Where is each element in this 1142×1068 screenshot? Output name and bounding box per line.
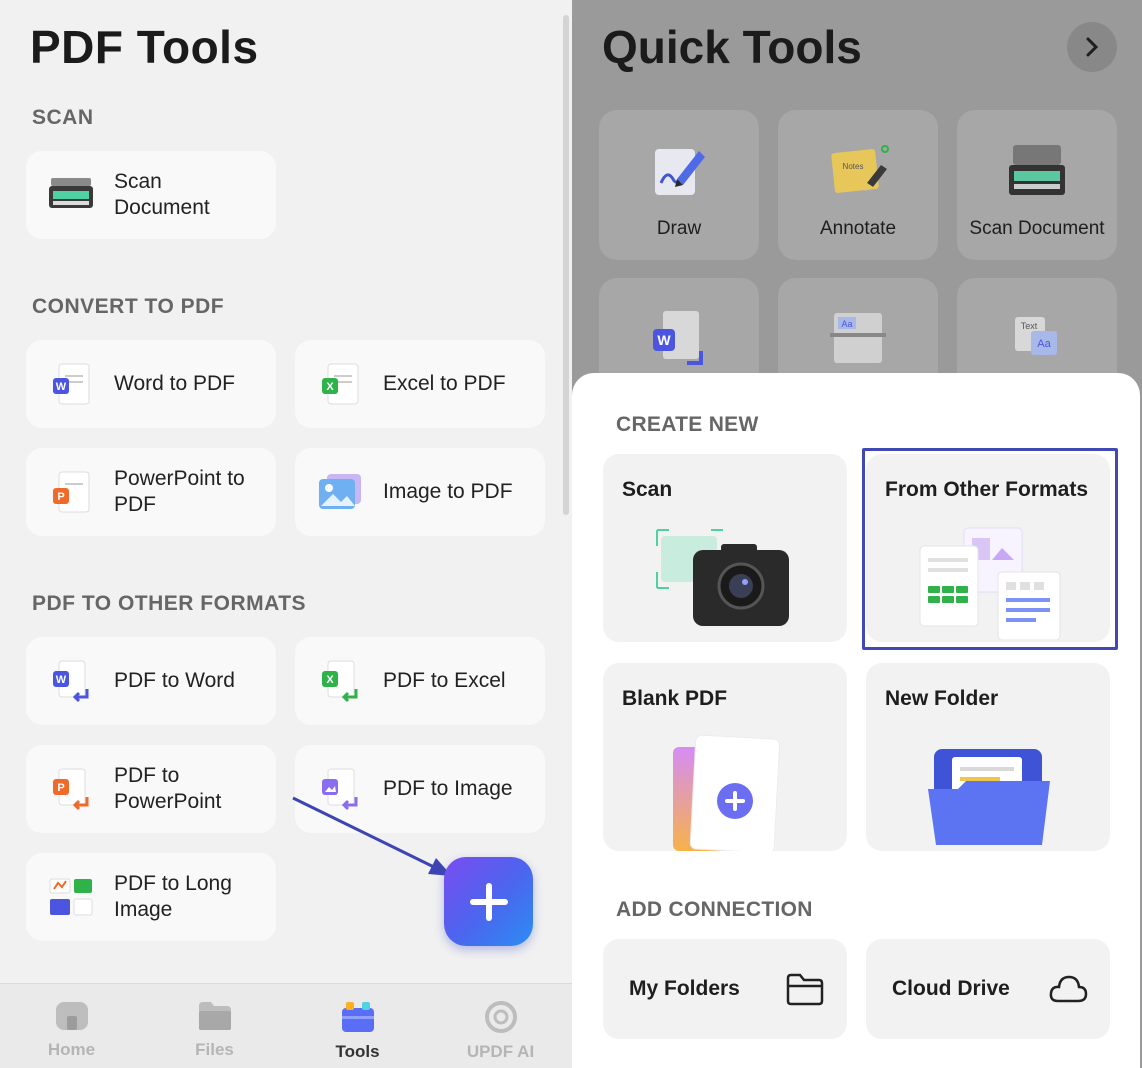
draw-icon	[644, 136, 714, 206]
font-icon: Aa	[823, 304, 893, 374]
tools-icon	[341, 1002, 374, 1032]
section-add-connection: ADD CONNECTION	[616, 898, 813, 921]
quick-draw-label: Draw	[656, 218, 702, 239]
tab-tools-label: Tools	[335, 1042, 380, 1061]
create-new-fab[interactable]	[444, 857, 533, 946]
camera-icon	[656, 529, 789, 626]
ai-icon	[484, 1001, 517, 1033]
selection-highlight	[862, 448, 1118, 650]
tab-files-label: Files	[195, 1040, 234, 1059]
blank-page-icon	[673, 734, 781, 851]
my-folders-button[interactable]: My Folders	[603, 939, 847, 1039]
quick-annotate[interactable]: Notes Annotate	[778, 110, 938, 260]
svg-text:Aa: Aa	[1037, 338, 1051, 350]
folder-icon	[928, 749, 1050, 845]
chevron-right-icon	[1086, 37, 1099, 57]
text-recognition-icon: Text Aa	[1002, 304, 1072, 374]
pdf-tools-panel: PDF Tools SCAN Scan Document CONVERT TO …	[0, 0, 572, 1068]
create-scan-card[interactable]: Scan	[603, 454, 847, 642]
cloud-icon	[1049, 975, 1088, 1003]
blank-pdf-title: Blank PDF	[622, 687, 728, 710]
tab-home-label: Home	[47, 1040, 96, 1059]
new-folder-title: New Folder	[885, 687, 999, 710]
folder-icon	[198, 1002, 231, 1030]
home-icon	[55, 1002, 88, 1030]
bottom-tab-bar: Home Files Tools UPDF AI	[0, 983, 572, 1068]
cloud-drive-label: Cloud Drive	[892, 977, 1010, 1000]
quick-annotate-label: Annotate	[819, 218, 897, 239]
next-button[interactable]	[1067, 22, 1117, 72]
tab-files[interactable]: Files	[143, 984, 286, 1068]
tab-tools[interactable]: Tools	[286, 984, 429, 1068]
scanner-icon	[1002, 136, 1072, 206]
plus-icon	[469, 882, 508, 921]
svg-text:Notes: Notes	[843, 162, 864, 171]
quick-scan-document-label: Scan Document	[969, 218, 1105, 239]
section-create-new: CREATE NEW	[616, 413, 759, 436]
create-blank-pdf-card[interactable]: Blank PDF	[603, 663, 847, 851]
quick-scan-document[interactable]: Scan Document	[957, 110, 1117, 260]
sticky-note-icon: Notes	[823, 136, 893, 206]
svg-text:Aa: Aa	[841, 319, 852, 329]
svg-text:Text: Text	[1021, 321, 1038, 331]
create-new-folder-card[interactable]: New Folder	[866, 663, 1110, 851]
folder-outline-icon	[786, 973, 824, 1006]
create-new-sheet: CREATE NEW Scan From Other Formats Blank…	[572, 373, 1140, 1068]
pdf-to-word-icon: W	[644, 304, 714, 374]
quick-draw[interactable]: Draw	[599, 110, 759, 260]
my-folders-label: My Folders	[629, 977, 740, 1000]
svg-text:W: W	[657, 332, 671, 348]
tab-updf-ai-label: UPDF AI	[466, 1042, 535, 1061]
create-scan-title: Scan	[622, 478, 673, 501]
quick-tools-panel: Quick Tools Draw Notes Annotate Scan Doc…	[572, 0, 1142, 1068]
cloud-drive-button[interactable]: Cloud Drive	[866, 939, 1110, 1039]
tab-updf-ai[interactable]: UPDF AI	[429, 984, 572, 1068]
tab-home[interactable]: Home	[0, 984, 143, 1068]
quick-tools-title: Quick Tools	[602, 21, 862, 73]
